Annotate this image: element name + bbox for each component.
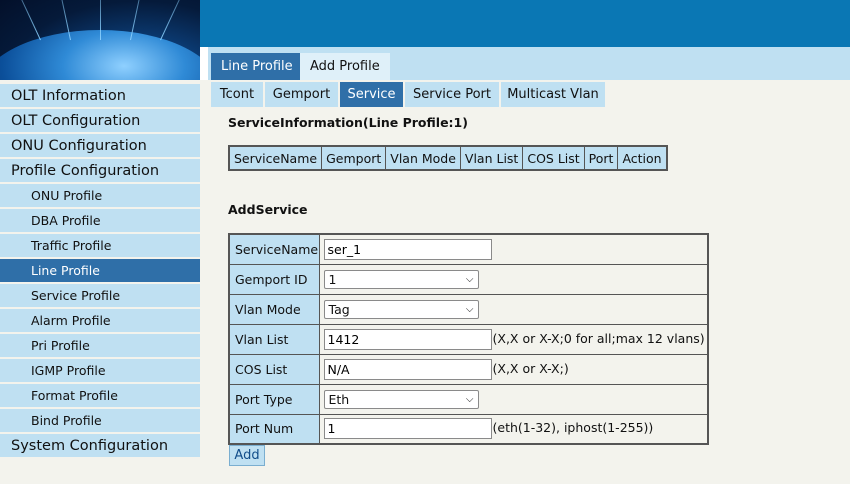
tab-service[interactable]: Service [340,82,403,107]
add-button[interactable]: Add [229,445,265,466]
vlan-list-input[interactable] [323,328,492,350]
nav-item-service-profile[interactable]: Service Profile [0,284,200,307]
light-ray [2,0,41,41]
col-header-action: Action [617,145,668,171]
table-header-row: ServiceName Gemport Vlan Mode Vlan List … [228,145,668,171]
vlan-list-cell: (X,X or X-X;0 for all;max 12 vlans) [318,323,709,355]
port-num-hint: (eth(1-32), iphost(1-255)) [492,420,654,436]
vlan-list-label: Vlan List [228,323,320,355]
col-header-servicename: ServiceName [228,145,323,171]
nav-item-olt-configuration[interactable]: OLT Configuration [0,109,200,132]
port-num-input[interactable] [323,418,492,440]
nav-item-onu-configuration[interactable]: ONU Configuration [0,134,200,157]
nav-item-pri-profile[interactable]: Pri Profile [0,334,200,357]
port-type-cell: Eth ⌵ [318,383,709,415]
nav-item-system-configuration[interactable]: System Configuration [0,434,200,457]
service-information-table: ServiceName Gemport Vlan Mode Vlan List … [228,145,668,171]
add-service-form: ServiceName Gemport ID 1 ⌵ Vlan Mode Tag… [228,233,709,445]
form-row-port-type: Port Type Eth ⌵ [228,383,709,415]
gemport-id-cell: 1 ⌵ [318,263,709,295]
service-name-label: ServiceName [228,233,320,265]
line-profile-subtab-strip: Tcont Gemport Service Service Port Multi… [208,82,608,107]
service-information-title: ServiceInformation(Line Profile:1) [228,115,468,130]
light-ray [160,0,199,41]
nav-item-bind-profile[interactable]: Bind Profile [0,409,200,432]
nav-item-olt-information[interactable]: OLT Information [0,84,200,107]
tab-service-port[interactable]: Service Port [405,82,499,107]
col-header-vlan-mode: Vlan Mode [385,145,461,171]
vlan-mode-select[interactable]: Tag ⌵ [323,299,479,319]
brand-logo-image [0,0,200,80]
tab-add-profile[interactable]: Add Profile [300,53,390,80]
chevron-down-icon: ⌵ [465,393,474,405]
cos-list-input[interactable] [323,358,492,380]
nav-item-onu-profile[interactable]: ONU Profile [0,184,200,207]
light-ray [100,0,101,40]
col-header-vlan-list: Vlan List [459,145,524,171]
form-row-cos-list: COS List (X,X or X-X;) [228,353,709,385]
top-header-bar [200,0,850,47]
form-row-vlan-list: Vlan List (X,X or X-X;0 for all;max 12 v… [228,323,709,355]
col-header-cos-list: COS List [522,145,585,171]
nav-item-alarm-profile[interactable]: Alarm Profile [0,309,200,332]
vlan-list-hint: (X,X or X-X;0 for all;max 12 vlans) [492,330,705,346]
sidebar-nav: OLT Information OLT Configuration ONU Co… [0,84,200,459]
form-row-vlan-mode: Vlan Mode Tag ⌵ [228,293,709,325]
nav-item-dba-profile[interactable]: DBA Profile [0,209,200,232]
vlan-mode-cell: Tag ⌵ [318,293,709,325]
tab-line-profile[interactable]: Line Profile [211,53,303,80]
port-type-select[interactable]: Eth ⌵ [323,389,479,409]
port-num-label: Port Num [228,413,320,445]
tab-multicast-vlan[interactable]: Multicast Vlan [501,82,605,107]
nav-item-format-profile[interactable]: Format Profile [0,384,200,407]
form-row-port-num: Port Num (eth(1-32), iphost(1-255)) [228,413,709,445]
service-name-cell [318,233,709,265]
gemport-id-select[interactable]: 1 ⌵ [323,269,479,289]
cos-list-cell: (X,X or X-X;) [318,353,709,385]
add-service-title: AddService [228,202,308,217]
profile-tab-strip: Line Profile Add Profile [208,47,850,80]
port-type-label: Port Type [228,383,320,415]
form-row-gemport-id: Gemport ID 1 ⌵ [228,263,709,295]
gemport-id-label: Gemport ID [228,263,320,295]
form-row-service-name: ServiceName [228,233,709,265]
tab-gemport[interactable]: Gemport [265,82,338,107]
chevron-down-icon: ⌵ [465,303,474,315]
service-name-input[interactable] [323,238,492,260]
port-num-cell: (eth(1-32), iphost(1-255)) [318,413,709,445]
port-type-value: Eth [328,391,350,407]
cos-list-label: COS List [228,353,320,385]
nav-item-line-profile[interactable]: Line Profile [0,259,200,282]
nav-item-profile-configuration[interactable]: Profile Configuration [0,159,200,182]
nav-item-igmp-profile[interactable]: IGMP Profile [0,359,200,382]
col-header-port: Port [583,145,619,171]
nav-item-traffic-profile[interactable]: Traffic Profile [0,234,200,257]
vlan-mode-label: Vlan Mode [228,293,320,325]
chevron-down-icon: ⌵ [465,273,474,285]
vlan-mode-value: Tag [328,301,350,317]
gemport-id-value: 1 [328,271,337,287]
main-content: Line Profile Add Profile Tcont Gemport S… [208,47,850,484]
col-header-gemport: Gemport [321,145,387,171]
tab-tcont[interactable]: Tcont [211,82,263,107]
cos-list-hint: (X,X or X-X;) [492,360,569,376]
